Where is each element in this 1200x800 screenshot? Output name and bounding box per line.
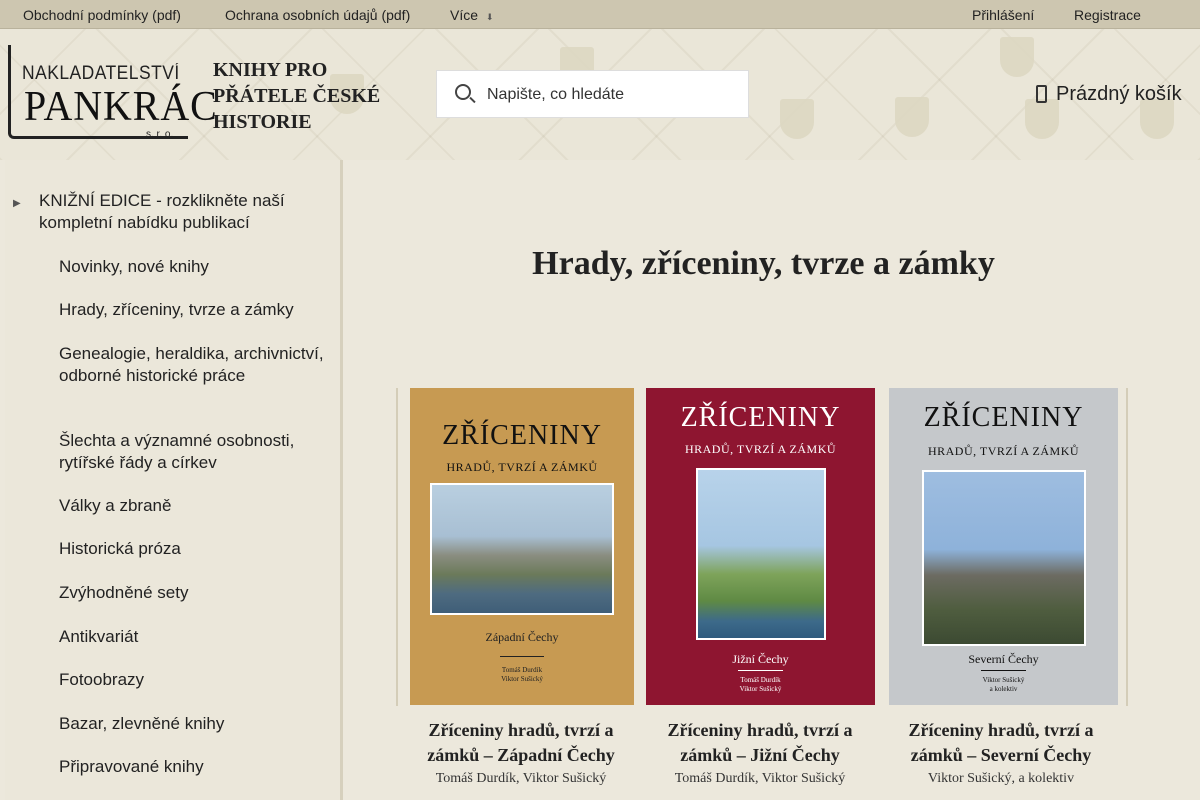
search-icon[interactable] [455, 84, 471, 100]
cover-region: Jižní Čechy [732, 652, 789, 666]
more-menu[interactable]: Více ⬇ [450, 7, 494, 23]
cover-authors: Tomáš Durdík Viktor Sušický [739, 676, 782, 693]
sidebar-item-valky[interactable]: Války a zbraně [59, 495, 329, 517]
terms-link[interactable]: Obchodní podmínky (pdf) [23, 7, 181, 23]
product-info: Zříceniny hradů, tvrzí a zámků – Jižní Č… [642, 718, 878, 790]
shield-decoration-icon [895, 97, 929, 137]
sidebar-item-bazar[interactable]: Bazar, zlevněné knihy [59, 713, 329, 735]
chevron-down-icon: ⬇ [486, 12, 494, 22]
sidebar-item-hrady[interactable]: Hrady, zříceniny, tvrze a zámky [59, 299, 329, 321]
sidebar-item-antikvariat[interactable]: Antikvariát [59, 626, 329, 648]
product-info: Zříceniny hradů, tvrzí a zámků – Severní… [883, 718, 1119, 790]
sidebar-item-genealogie[interactable]: Genealogie, heraldika, archivnictví, odb… [59, 343, 329, 387]
cover-authors: Tomáš Durdík Viktor Sušický [501, 666, 543, 683]
cover-title: ZŘÍCENINY [923, 402, 1084, 433]
sidebar-item-pripravovane[interactable]: Připravované knihy [59, 756, 329, 778]
cover-photo [696, 468, 826, 640]
logo-sro: s. r. o. [146, 129, 174, 140]
cover-authors: Viktor Sušický a kolektiv [982, 676, 1025, 693]
privacy-link[interactable]: Ochrana osobních údajů (pdf) [225, 7, 410, 23]
top-bar: Obchodní podmínky (pdf) Ochrana osobních… [0, 0, 1200, 29]
product-carousel: ZŘÍCENINY HRADŮ, TVRZÍ A ZÁMKŮ Západní Č… [396, 388, 1128, 786]
search-box [436, 70, 749, 118]
book-cover[interactable]: ZŘÍCENINY HRADŮ, TVRZÍ A ZÁMKŮ Západní Č… [410, 388, 634, 705]
cover-region: Západní Čechy [485, 630, 559, 644]
sidebar-item-slechta[interactable]: Šlechta a významné osobnosti, rytířské ř… [59, 430, 329, 474]
product-author: Tomáš Durdík, Viktor Sušický [674, 771, 846, 786]
search-input[interactable] [487, 83, 737, 107]
more-label: Více [450, 7, 479, 23]
cart-icon [1036, 85, 1047, 103]
cover-title: ZŘÍCENINY [680, 402, 841, 433]
sidebar-item-fotoobrazy[interactable]: Fotoobrazy [59, 669, 329, 691]
sidebar-item-novinky[interactable]: Novinky, nové knihy [59, 256, 329, 278]
main-content: Hrady, zříceniny, tvrze a zámky ZŘÍCENIN… [346, 160, 1181, 800]
page-title: Hrady, zříceniny, tvrze a zámky [532, 245, 995, 282]
site-logo[interactable]: NAKLADATELSTVÍ PANKRÁC s. r. o. [8, 45, 217, 143]
product-author: Tomáš Durdík, Viktor Sušický [435, 771, 607, 786]
product-name[interactable]: Zříceniny hradů, tvrzí a zámků – Severní… [883, 718, 1119, 768]
site-tagline: KNIHY PRO PŘÁTELE ČESKÉ HISTORIE [213, 59, 381, 133]
book-cover[interactable]: ZŘÍCENINY HRADŮ, TVRZÍ A ZÁMKŮ Severní Č… [889, 388, 1118, 705]
register-link[interactable]: Registrace [1074, 7, 1141, 23]
category-sidebar: ▶ KNIŽNÍ EDICE - rozklikněte naší komple… [5, 160, 343, 800]
product-info: Zříceniny hradů, tvrzí a zámků – Západní… [403, 718, 639, 790]
cover-subtitle: HRADŮ, TVRZÍ A ZÁMKŮ [446, 460, 598, 474]
product-author: Viktor Sušický, a kolektiv [927, 771, 1075, 786]
cover-rule [737, 670, 784, 671]
cover-photo [922, 470, 1086, 646]
cover-photo [430, 483, 614, 615]
sidebar-item-sety[interactable]: Zvýhodněné sety [59, 582, 329, 604]
shield-decoration-icon [1000, 37, 1034, 77]
sidebar-item-proza[interactable]: Historická próza [59, 538, 329, 560]
login-link[interactable]: Přihlášení [972, 7, 1034, 23]
product-name[interactable]: Zříceniny hradů, tvrzí a zámků – Západní… [403, 718, 639, 768]
product-name[interactable]: Zříceniny hradů, tvrzí a zámků – Jižní Č… [642, 718, 878, 768]
sidebar-heading-label: KNIŽNÍ EDICE - rozklikněte naší kompletn… [39, 191, 285, 232]
logo-top-word: NAKLADATELSTVÍ [22, 63, 180, 84]
chevron-icon: ▶ [13, 198, 21, 209]
shield-decoration-icon [1025, 99, 1059, 139]
shield-decoration-icon [780, 99, 814, 139]
logo-big-word: PANKRÁC [24, 84, 218, 130]
cover-subtitle: HRADŮ, TVRZÍ A ZÁMKŮ [927, 444, 1080, 458]
cover-subtitle: HRADŮ, TVRZÍ A ZÁMKŮ [684, 442, 837, 456]
cover-title: ZŘÍCENINY [442, 420, 602, 451]
cover-rule [499, 656, 545, 657]
cart-label: Prázdný košík [1056, 83, 1182, 105]
cover-region: Severní Čechy [968, 652, 1039, 666]
book-cover[interactable]: ZŘÍCENINY HRADŮ, TVRZÍ A ZÁMKŮ Jižní Čec… [646, 388, 875, 705]
cover-rule [980, 670, 1027, 671]
